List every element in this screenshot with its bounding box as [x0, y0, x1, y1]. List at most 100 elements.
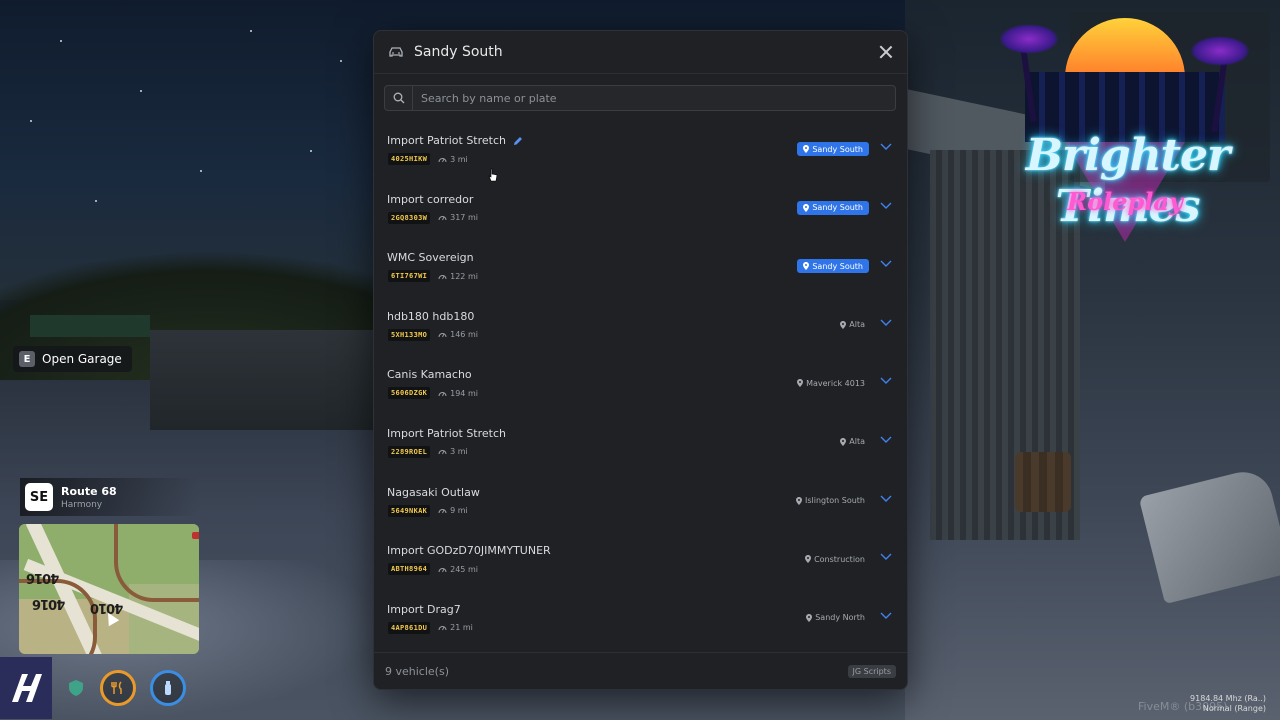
vehicle-row[interactable]: Import GODzD70JIMMYTUNER ABTH8964 245 mi Co…	[374, 542, 907, 601]
street-name: Route 68	[61, 484, 117, 498]
vehicle-row[interactable]: Import Patriot Stretch 2289ROEL 3 mi Alta	[374, 425, 907, 484]
star	[30, 120, 32, 122]
vehicle-meta: 5606DZGK 194 mi	[388, 387, 478, 400]
chevron-down-icon[interactable]	[880, 436, 892, 444]
vehicle-name-text: Nagasaki Outlaw	[387, 485, 480, 499]
chevron-down-icon[interactable]	[880, 143, 892, 151]
distance-value: 146 mi	[450, 330, 478, 340]
gas-station-sign	[30, 315, 150, 337]
location-text: Construction	[814, 554, 865, 564]
vehicle-name-text: Import Patriot Stretch	[387, 134, 506, 147]
search-input[interactable]	[413, 86, 895, 110]
gas-station-building	[150, 330, 375, 430]
map-pin-icon	[840, 437, 847, 446]
distance: 21 mi	[438, 623, 473, 632]
vehicle-row[interactable]: Import corredor 2GQ8303W 317 mi Sandy South	[374, 191, 907, 250]
license-plate: 2289ROEL	[388, 445, 431, 458]
star	[60, 40, 62, 42]
vehicle-row[interactable]: Nagasaki Outlaw 5649NKAK 9 mi Islington Sou…	[374, 484, 907, 543]
license-plate: 6TI767WI	[388, 270, 431, 283]
location-text: Alta	[849, 437, 865, 447]
vehicle-name-text: Import Patriot Stretch	[387, 426, 506, 440]
map-pin-icon	[803, 203, 810, 212]
odometer-icon	[438, 567, 447, 572]
distance-value: 9 mi	[450, 506, 468, 516]
vehicle-meta: 2289ROEL 3 mi	[388, 445, 468, 458]
vehicle-name-text: Import GODzD70JIMMYTUNER	[387, 544, 551, 558]
vehicle-row[interactable]: Import Patriot Stretch 4025HIKW 3 mi Sandy …	[374, 132, 907, 191]
chevron-down-icon[interactable]	[880, 202, 892, 210]
odometer-icon	[438, 157, 447, 162]
brighter-times-logo: Brighter Times Roleplay	[985, 12, 1265, 252]
jg-scripts-badge: JG Scripts	[847, 664, 896, 678]
vehicle-list: Import Patriot Stretch 4025HIKW 3 mi Sandy …	[374, 132, 907, 659]
pencil-icon[interactable]	[513, 136, 523, 146]
wooden-barrel	[1015, 452, 1071, 512]
distance: 3 mi	[438, 155, 468, 164]
logo-title: Brighter Times	[1025, 130, 1230, 232]
vehicle-name: Nagasaki Outlaw	[387, 486, 480, 499]
odometer-icon	[438, 509, 447, 514]
odometer-icon	[438, 333, 447, 338]
vehicle-row[interactable]: WMC Sovereign 6TI767WI 122 mi Sandy South	[374, 249, 907, 308]
map-dirt-road	[114, 524, 199, 602]
distance: 146 mi	[438, 330, 478, 339]
chevron-down-icon[interactable]	[880, 612, 892, 620]
palm-leaves	[999, 24, 1059, 54]
vehicle-meta: 6TI767WI 122 mi	[388, 270, 478, 283]
vehicle-row[interactable]: Canis Kamacho 5606DZGK 194 mi Maverick 4013	[374, 366, 907, 425]
distance-value: 122 mi	[450, 271, 478, 281]
logo-subtitle: Roleplay	[1067, 187, 1183, 216]
street-display: SE Route 68 Harmony	[20, 478, 198, 516]
zone-name: Harmony	[61, 499, 103, 510]
prompt-label: Open Garage	[42, 352, 122, 366]
distance: 245 mi	[438, 565, 478, 574]
garage-panel: Sandy South Import Patriot Stretch 4025HI…	[373, 30, 908, 690]
odometer-icon	[438, 216, 447, 221]
distance-value: 194 mi	[450, 388, 478, 398]
vehicle-name: Canis Kamacho	[387, 368, 472, 381]
armor-icon	[66, 673, 86, 703]
distance-value: 317 mi	[450, 213, 478, 223]
distance: 194 mi	[438, 389, 478, 398]
key-hint: E	[19, 351, 35, 367]
distance: 317 mi	[438, 213, 478, 222]
vehicle-meta: 4AP861DU 21 mi	[388, 621, 473, 634]
location-label: Islington South	[795, 494, 865, 508]
star	[250, 30, 252, 32]
vehicle-name: hdb180 hdb180	[387, 310, 474, 323]
vehicle-row[interactable]: Import Drag7 4AP861DU 21 mi Sandy North	[374, 601, 907, 660]
location-text: Sandy South	[812, 144, 863, 154]
map-pin-icon	[840, 320, 847, 329]
vehicle-name: Import Patriot Stretch	[387, 427, 506, 440]
chevron-down-icon[interactable]	[880, 553, 892, 561]
license-plate: 5649NKAK	[388, 504, 431, 517]
vehicle-row[interactable]: hdb180 hdb180 5XH133MO 146 mi Alta	[374, 308, 907, 367]
odometer-icon	[438, 274, 447, 279]
map-pin-icon	[803, 262, 810, 271]
chevron-down-icon[interactable]	[880, 377, 892, 385]
map-pin-icon	[803, 145, 810, 153]
chevron-down-icon[interactable]	[880, 319, 892, 327]
garage-title: Sandy South	[414, 44, 503, 60]
odometer-icon	[438, 450, 447, 455]
garage-header: Sandy South	[374, 31, 907, 74]
odometer-icon	[438, 391, 447, 397]
distance: 9 mi	[438, 506, 468, 515]
chevron-down-icon[interactable]	[880, 495, 892, 503]
location-badge: Sandy South	[797, 200, 869, 215]
location-text: Maverick 4013	[806, 378, 865, 388]
location-text: Islington South	[804, 496, 865, 506]
vehicle-meta: 4025HIKW 3 mi	[388, 153, 468, 165]
chevron-down-icon[interactable]	[880, 260, 892, 268]
map-pin-icon	[795, 496, 802, 505]
vehicle-meta: 5649NKAK 9 mi	[388, 504, 468, 517]
thirst-icon	[150, 670, 186, 706]
compass-direction: SE	[25, 483, 53, 511]
open-garage-prompt[interactable]: E Open Garage	[13, 346, 132, 372]
close-icon[interactable]	[879, 45, 893, 59]
location-label: Maverick 4013	[797, 376, 865, 390]
distance-value: 245 mi	[450, 564, 478, 574]
car-icon	[388, 46, 404, 58]
star	[140, 90, 142, 92]
